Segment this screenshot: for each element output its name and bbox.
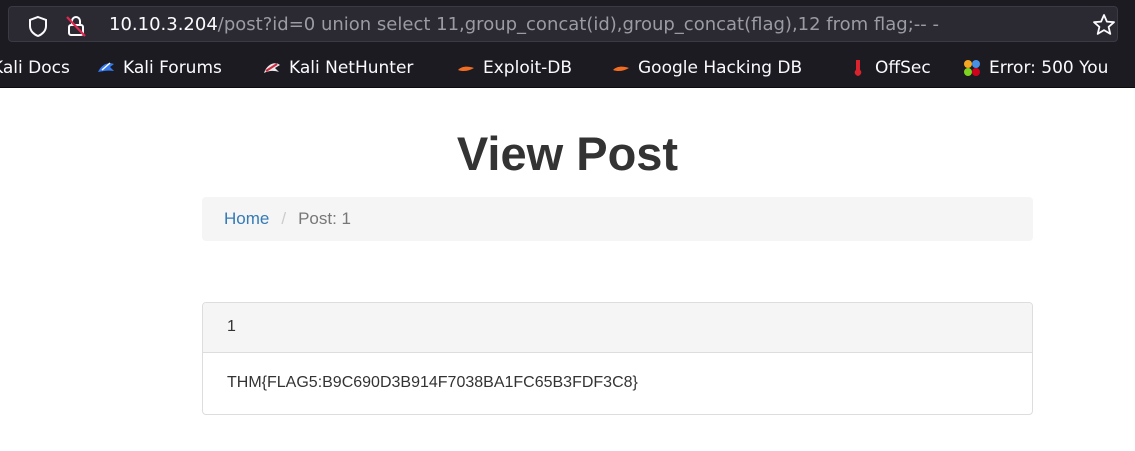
post-heading: 1 (203, 303, 1032, 353)
kali-forums-icon (98, 62, 114, 72)
url-text[interactable]: 10.10.3.204/post?id=0 union select 11,gr… (109, 13, 939, 37)
breadcrumb-current: Post: 1 (298, 209, 352, 228)
breadcrumb-separator: / (281, 209, 287, 228)
bookmark-exploit-db[interactable]: Exploit-DB (456, 48, 572, 87)
post-panel: 1 THM{FLAG5:B9C690D3B914F7038BA1FC65B3FD… (202, 302, 1033, 415)
insecure-lock-icon[interactable] (64, 14, 88, 38)
exploit-db-icon (458, 66, 474, 72)
browser-toolbar: 10.10.3.204/post?id=0 union select 11,gr… (0, 0, 1135, 48)
bookmark-label: Error: 500 You (989, 58, 1109, 78)
error-page-icon (964, 60, 980, 76)
offsec-icon (854, 60, 862, 76)
bookmark-offsec[interactable]: OffSec (848, 48, 931, 87)
post-body: THM{FLAG5:B9C690D3B914F7038BA1FC65B3FDF3… (227, 374, 638, 391)
google-hacking-db-icon (613, 66, 629, 72)
bookmark-google-hacking-db[interactable]: Google Hacking DB (611, 48, 803, 87)
breadcrumb-home-link[interactable]: Home (224, 209, 269, 228)
bookmark-label: Kali NetHunter (289, 58, 414, 78)
bookmark-kali-docs[interactable]: Kali Docs (0, 48, 70, 87)
bookmark-label: Kali Docs (0, 58, 70, 78)
bookmarks-toolbar: Kali Docs Kali Forums Kali NetHunter Exp… (0, 48, 1135, 88)
breadcrumb: Home / Post: 1 (202, 197, 1033, 241)
address-bar[interactable]: 10.10.3.204/post?id=0 union select 11,gr… (8, 6, 1118, 42)
bookmark-label: Exploit-DB (483, 58, 572, 78)
bookmark-star-icon[interactable] (1091, 12, 1117, 38)
url-path: /post?id=0 union select 11,group_concat(… (217, 14, 939, 35)
page-title: View Post (456, 127, 679, 180)
bookmark-label: OffSec (875, 58, 931, 78)
bookmark-kali-nethunter[interactable]: Kali NetHunter (262, 48, 414, 87)
bookmark-label: Kali Forums (123, 58, 222, 78)
shield-icon[interactable] (27, 15, 49, 37)
bookmark-label: Google Hacking DB (638, 58, 803, 78)
bookmark-kali-forums[interactable]: Kali Forums (96, 48, 222, 87)
url-host: 10.10.3.204 (109, 14, 218, 35)
kali-nethunter-icon (264, 63, 280, 73)
bookmark-error-page[interactable]: Error: 500 You (962, 48, 1109, 87)
